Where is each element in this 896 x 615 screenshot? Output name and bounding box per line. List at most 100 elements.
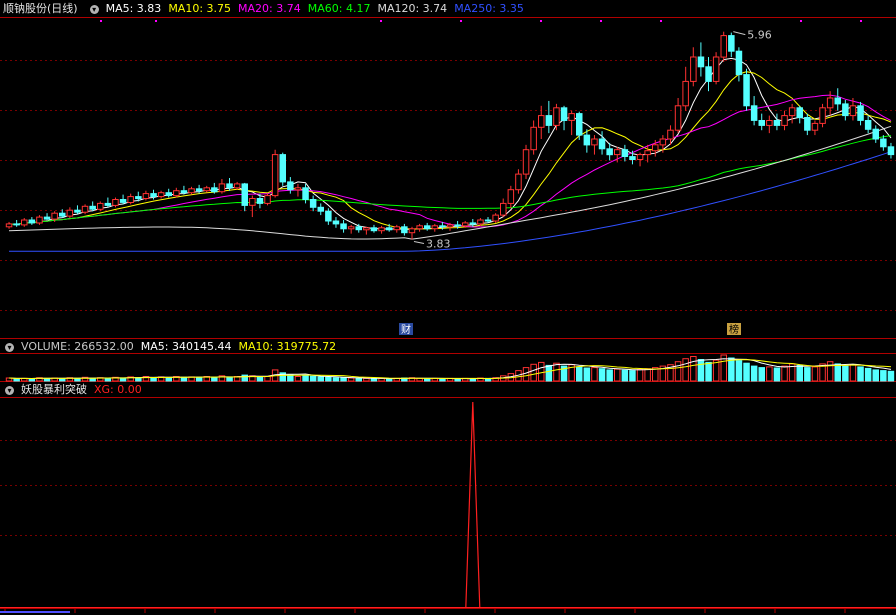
volume-bar-77	[591, 367, 598, 382]
candle-90	[690, 47, 697, 87]
candle-body-36	[279, 154, 286, 183]
volume-bar-55	[424, 378, 431, 382]
price-ma-lines	[8, 57, 892, 252]
candle-body-35	[271, 154, 279, 197]
candle-37	[287, 177, 294, 194]
volume-bar-109	[834, 363, 841, 382]
event-dot-7	[800, 20, 802, 22]
candle-body-79	[606, 148, 613, 156]
candle-67	[515, 169, 522, 194]
candle-69	[530, 120, 537, 155]
candle-body-73	[560, 107, 568, 122]
volume-bar-25	[195, 376, 203, 382]
volume-bar-111	[849, 364, 857, 382]
event-dot-5	[600, 20, 602, 22]
candle-3	[28, 217, 36, 225]
volume-bar-79	[606, 369, 613, 382]
candle-114	[872, 125, 879, 143]
volume-bar-71	[545, 364, 553, 382]
candle-body-111	[849, 105, 857, 117]
candle-10	[81, 204, 89, 215]
candle-70	[538, 105, 545, 139]
candle-body-19	[150, 193, 157, 198]
volume-bar-1	[13, 378, 20, 382]
volume-bar-23	[180, 376, 188, 382]
candle-body-30	[233, 183, 241, 189]
candle-body-48	[370, 227, 378, 232]
candle-body-42	[325, 210, 332, 222]
candle-36	[279, 152, 286, 186]
candle-35	[271, 149, 279, 198]
kline-chart[interactable]: 5.96 3.83 财 榜	[0, 0, 896, 615]
candle-body-85	[652, 144, 659, 152]
volume-bar-38	[294, 376, 302, 382]
volume-bar-89	[682, 358, 689, 382]
candle-39	[302, 183, 309, 204]
candle-body-99	[758, 120, 765, 126]
candle-109	[834, 88, 841, 111]
candle-66	[507, 185, 515, 209]
candle-body-103	[788, 107, 796, 117]
candle-body-12	[97, 202, 104, 210]
candle-body-64	[492, 214, 499, 222]
candle-body-33	[256, 198, 264, 204]
candle-25	[195, 184, 203, 194]
candle-body-41	[317, 206, 324, 212]
volume-bar-41	[317, 376, 324, 382]
candle-88	[674, 98, 682, 134]
candle-body-24	[188, 188, 195, 194]
candle-body-94	[720, 35, 727, 58]
candle-93	[712, 52, 720, 85]
volume-bar-100	[766, 366, 773, 382]
candle-body-66	[507, 189, 515, 204]
candle-body-6	[51, 212, 58, 220]
volume-bar-106	[811, 366, 819, 382]
candle-2	[21, 218, 28, 227]
candle-26	[203, 185, 210, 193]
candle-64	[492, 213, 499, 223]
candle-42	[325, 208, 332, 225]
volume-bar-95	[728, 357, 735, 382]
volume-bar-46	[355, 377, 362, 382]
candle-104	[796, 105, 803, 124]
volume-bar-112	[857, 366, 864, 382]
candle-8	[66, 207, 74, 219]
volume-bar-83	[636, 369, 644, 382]
volume-bar-101	[773, 367, 781, 382]
candle-83	[636, 152, 644, 167]
candle-51	[393, 224, 400, 233]
volume-bar-19	[150, 377, 157, 382]
candle-21	[165, 188, 172, 198]
candle-body-61	[469, 222, 477, 225]
volume-bar-69	[530, 363, 537, 382]
candle-body-5	[43, 216, 51, 220]
candle-body-62	[477, 219, 484, 225]
candle-body-109	[834, 97, 841, 105]
candle-34	[264, 193, 271, 206]
event-dot-3	[460, 20, 462, 22]
candle-54	[416, 223, 423, 232]
volume-bar-43	[332, 377, 340, 382]
candle-56	[431, 223, 439, 232]
candle-body-27	[211, 187, 218, 193]
candle-body-40	[309, 199, 317, 208]
volume-bar-42	[325, 376, 332, 382]
volume-bar-29	[226, 376, 233, 382]
candle-47	[363, 226, 370, 235]
event-marker-1: 榜	[729, 323, 739, 336]
volume-bar-88	[674, 361, 682, 382]
volume-bar-104	[796, 364, 803, 382]
candle-body-95	[728, 35, 735, 52]
volume-bar-116	[887, 370, 895, 382]
candle-body-56	[431, 225, 439, 230]
volume-bar-113	[864, 367, 872, 382]
candle-body-112	[857, 105, 864, 121]
event-dot-2	[380, 20, 382, 22]
ma-line-250	[9, 151, 892, 252]
volume-bar-11	[89, 377, 96, 382]
candle-body-52	[401, 226, 408, 234]
candle-body-80	[614, 149, 621, 156]
volume-bar-90	[690, 356, 697, 382]
candle-body-17	[135, 196, 142, 200]
candle-body-50	[385, 227, 393, 231]
